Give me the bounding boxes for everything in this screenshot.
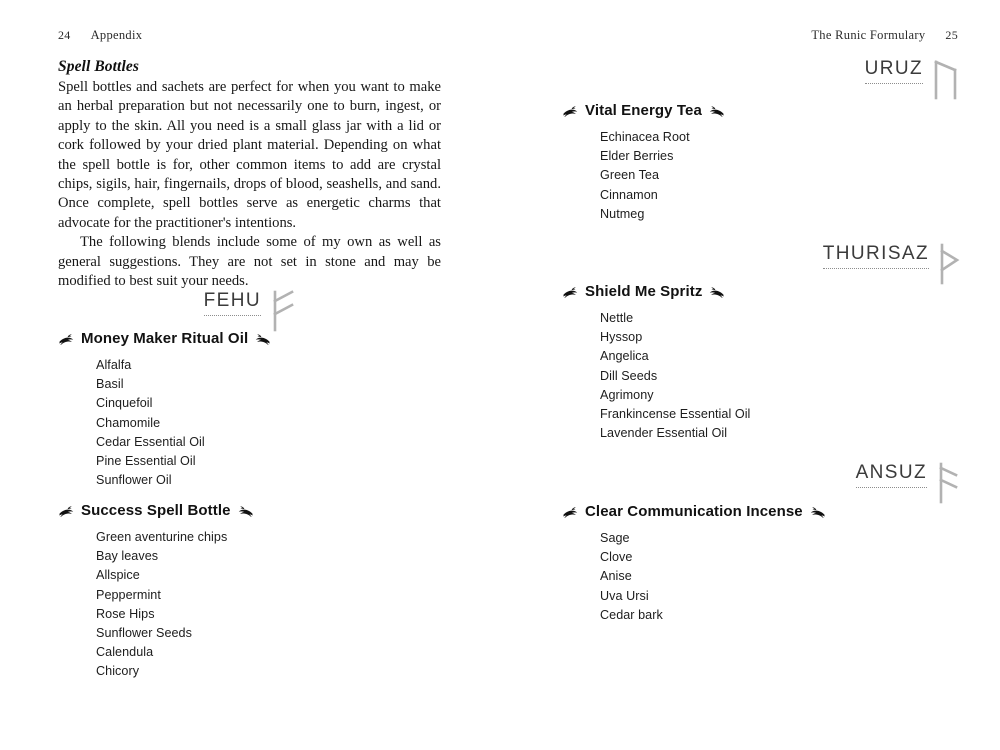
recipe-title-row: Clear Communication Incense xyxy=(562,503,826,520)
folio-number-recto: 25 xyxy=(945,28,958,42)
running-head-title-verso: Appendix xyxy=(90,28,143,42)
rune-header-thurisaz: THURISAZ xyxy=(690,243,960,285)
running-head-verso: 24 Appendix xyxy=(58,28,142,43)
list-item: Frankincense Essential Oil xyxy=(600,407,751,422)
list-item: Peppermint xyxy=(96,587,161,602)
list-item: Cinnamon xyxy=(600,187,658,202)
leaf-ornament-icon xyxy=(58,333,75,345)
recipe-title-text: Success Spell Bottle xyxy=(81,502,231,519)
list-item: Green Tea xyxy=(600,168,660,183)
list-item: Hyssop xyxy=(600,330,643,345)
rune-name-underline-fehu: FEHU xyxy=(203,290,261,316)
ingredient-list: Echinacea Root Elder Berries Green Tea C… xyxy=(562,128,725,224)
page-verso: 24 Appendix Spell Bottles Spell bottles a… xyxy=(0,0,500,750)
list-item: Cedar Essential Oil xyxy=(96,434,205,449)
recipe-title-row: Success Spell Bottle xyxy=(58,502,254,519)
rune-name-underline-thurisaz: THURISAZ xyxy=(822,243,929,269)
leaf-ornament-icon xyxy=(58,505,75,517)
list-item: Lavender Essential Oil xyxy=(600,426,728,441)
list-item: Anise xyxy=(600,569,632,584)
recipe-title-text: Clear Communication Incense xyxy=(585,503,803,520)
recipe-success-spell-bottle: Success Spell Bottle Green aventurine ch… xyxy=(58,502,254,682)
list-item: Echinacea Root xyxy=(600,130,690,144)
list-item: Sunflower Seeds xyxy=(96,626,192,641)
leaf-ornament-icon xyxy=(809,506,826,518)
rune-name-thurisaz: THURISAZ xyxy=(822,243,929,264)
list-item: Nutmeg xyxy=(600,206,645,221)
rune-name-ansuz: ANSUZ xyxy=(855,462,927,483)
recipe-title-text: Shield Me Spritz xyxy=(585,283,703,300)
recipe-title-text: Vital Energy Tea xyxy=(585,102,702,119)
running-head-recto: The Runic Formulary 25 xyxy=(811,28,958,43)
leaf-ornament-icon xyxy=(708,286,725,298)
list-item: Pine Essential Oil xyxy=(96,454,196,469)
ingredient-list: Alfalfa Basil Cinquefoil Chamomile Cedar… xyxy=(58,356,271,490)
prose-block: Spell Bottles Spell bottles and sachets … xyxy=(58,58,441,291)
list-item: Chicory xyxy=(96,664,140,679)
rune-name-fehu: FEHU xyxy=(203,290,261,311)
rune-header-fehu: FEHU xyxy=(58,290,296,332)
list-item: Sunflower Oil xyxy=(96,473,172,488)
ingredient-list: Sage Clove Anise Uva Ursi Cedar bark xyxy=(562,529,826,625)
recipe-vital-energy-tea: Vital Energy Tea Echinacea Root Elder Be… xyxy=(562,102,725,224)
list-item: Elder Berries xyxy=(600,149,674,164)
list-item: Green aventurine chips xyxy=(96,530,228,544)
body-paragraph-2: The following blends include some of my … xyxy=(58,234,441,290)
recipe-title-text: Money Maker Ritual Oil xyxy=(81,330,249,347)
recipe-money-maker-ritual-oil: Money Maker Ritual Oil Alfalfa Basil Cin… xyxy=(58,330,271,490)
list-item: Basil xyxy=(96,377,124,392)
list-item: Sage xyxy=(600,531,630,545)
recipe-clear-communication-incense: Clear Communication Incense Sage Clove A… xyxy=(562,503,826,625)
list-item: Angelica xyxy=(600,349,649,364)
ansuz-rune-icon xyxy=(936,462,960,504)
list-item: Clove xyxy=(600,550,633,565)
list-item: Nettle xyxy=(600,311,634,325)
fehu-rune-icon xyxy=(270,290,296,332)
leaf-ornament-icon xyxy=(254,333,271,345)
leaf-ornament-icon xyxy=(562,286,579,298)
list-item: Chamomile xyxy=(96,415,161,430)
recipe-shield-me-spritz: Shield Me Spritz Nettle Hyssop Angelica … xyxy=(562,283,750,443)
list-item: Calendula xyxy=(96,645,154,660)
rune-name-underline-ansuz: ANSUZ xyxy=(855,462,927,488)
book-spread: 24 Appendix Spell Bottles Spell bottles a… xyxy=(0,0,1000,750)
leaf-ornament-icon xyxy=(562,506,579,518)
list-item: Agrimony xyxy=(600,387,654,402)
list-item: Cedar bark xyxy=(600,607,663,622)
rune-name-uruz: URUZ xyxy=(864,58,923,79)
recipe-title-row: Shield Me Spritz xyxy=(562,283,750,300)
ingredient-list: Nettle Hyssop Angelica Dill Seeds Agrimo… xyxy=(562,309,750,443)
section-heading: Spell Bottles xyxy=(58,58,139,75)
ingredient-list: Green aventurine chips Bay leaves Allspi… xyxy=(58,528,254,682)
leaf-ornament-icon xyxy=(562,105,579,117)
rune-header-ansuz: ANSUZ xyxy=(705,462,960,504)
running-head-title-recto: The Runic Formulary xyxy=(811,28,926,42)
leaf-ornament-icon xyxy=(708,105,725,117)
rune-header-uruz: URUZ xyxy=(715,58,960,100)
list-item: Dill Seeds xyxy=(600,368,658,383)
body-paragraph-1: Spell bottles and sachets are perfect fo… xyxy=(58,79,441,231)
list-item: Rose Hips xyxy=(96,606,155,621)
list-item: Bay leaves xyxy=(96,549,159,564)
leaf-ornament-icon xyxy=(237,505,254,517)
list-item: Uva Ursi xyxy=(600,588,649,603)
recipe-title-row: Vital Energy Tea xyxy=(562,102,725,119)
folio-number-verso: 24 xyxy=(58,28,71,42)
thurisaz-rune-icon xyxy=(938,243,960,285)
list-item: Cinquefoil xyxy=(96,396,153,411)
list-item: Allspice xyxy=(96,568,140,583)
list-item: Alfalfa xyxy=(96,358,132,372)
recipe-title-row: Money Maker Ritual Oil xyxy=(58,330,271,347)
uruz-rune-icon xyxy=(932,58,960,100)
rune-name-underline-uruz: URUZ xyxy=(864,58,923,84)
page-recto: The Runic Formulary 25 URUZ Vital Energy… xyxy=(500,0,1000,750)
